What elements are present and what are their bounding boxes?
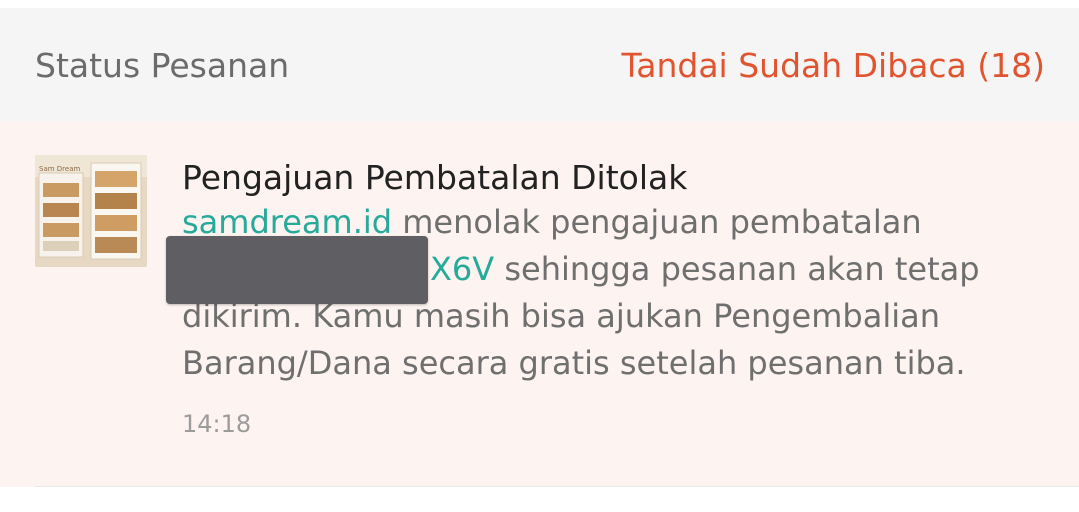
notification-time: 14:18 [182,410,252,438]
message-text-1: menolak pengajuan pembatalan [392,203,922,241]
notification-item[interactable]: Sam Dream Pengajuan Pembatalan Ditolak s… [0,121,1079,487]
list-divider [35,486,1079,487]
svg-text:Sam Dream: Sam Dream [39,165,80,173]
notification-page: Status Pesanan Tandai Sudah Dibaca (18) … [0,0,1079,512]
section-title: Status Pesanan [35,46,290,85]
product-thumbnail: Sam Dream [35,155,147,267]
notification-content: Pengajuan Pembatalan Ditolak samdream.id… [166,157,1042,438]
order-status-header: Status Pesanan Tandai Sudah Dibaca (18) [0,8,1079,121]
notification-title: Pengajuan Pembatalan Ditolak [182,158,688,197]
order-id-link[interactable]: X6V [430,250,494,288]
notification-message: samdream.id menolak pengajuan pembatalan… [166,199,1042,387]
redaction-overlay [166,236,428,304]
mark-all-read-button[interactable]: Tandai Sudah Dibaca (18) [622,46,1045,86]
